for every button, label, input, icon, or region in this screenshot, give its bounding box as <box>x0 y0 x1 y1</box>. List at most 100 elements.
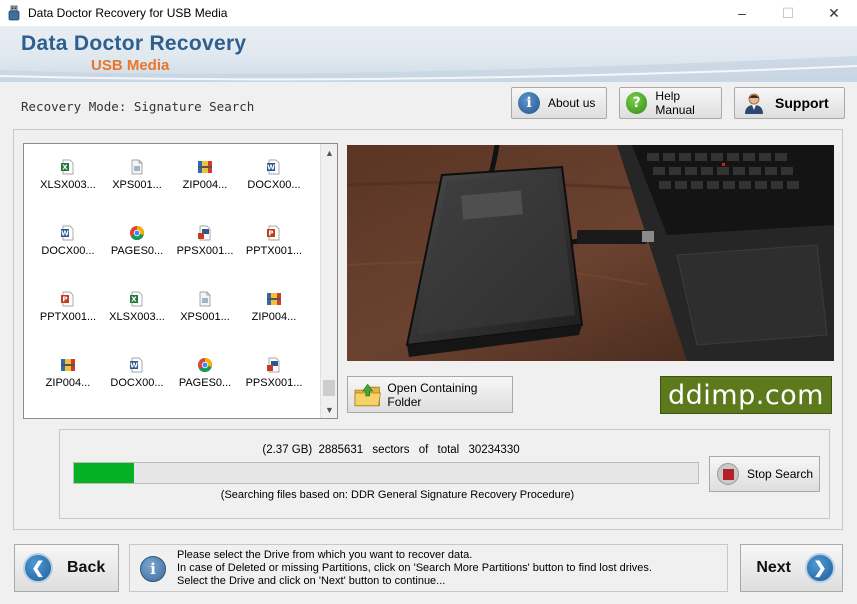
pages-chrome-icon <box>197 357 213 373</box>
scroll-thumb[interactable] <box>323 380 335 396</box>
file-item[interactable]: P PPTX001... <box>238 210 310 260</box>
info-icon: i <box>140 556 166 582</box>
brand-title: Data Doctor Recovery <box>21 32 247 55</box>
title-bar: Data Doctor Recovery for USB Media – ☐ ✕ <box>0 0 857 26</box>
file-item[interactable]: P PPTX001... <box>32 276 104 326</box>
svg-text:W: W <box>267 164 275 172</box>
scroll-down-arrow-icon[interactable]: ▼ <box>321 401 338 418</box>
header-banner: Data Doctor Recovery USB Media <box>0 26 857 82</box>
file-name: DOCX00... <box>41 245 95 257</box>
svg-text:X: X <box>62 164 68 172</box>
scan-progress-bar <box>73 462 699 484</box>
search-procedure-note: (Searching files based on: DDR General S… <box>220 489 575 501</box>
maximize-icon: ☐ <box>781 4 795 21</box>
file-name: XPS001... <box>112 179 162 191</box>
svg-text:W: W <box>130 362 138 370</box>
powerpoint-file-icon: P <box>266 225 282 241</box>
file-item[interactable]: PPSX001... <box>169 210 241 260</box>
file-name: ZIP004... <box>182 179 228 191</box>
file-name: PPSX001... <box>176 245 234 257</box>
brand-subtitle: USB Media <box>91 57 170 74</box>
svg-text:X: X <box>131 296 137 304</box>
file-item[interactable]: ZIP004... <box>169 144 241 194</box>
scroll-up-arrow-icon[interactable]: ▲ <box>321 144 338 161</box>
instructions-box: i Please select the Drive from which you… <box>129 544 728 592</box>
next-button[interactable]: Next ❯ <box>740 544 843 592</box>
xps-file-icon <box>197 291 213 307</box>
arrow-left-icon: ❮ <box>23 553 53 583</box>
maximize-button[interactable]: ☐ <box>765 0 811 26</box>
file-item[interactable]: PAGES0... <box>169 342 241 392</box>
file-list-scrollbar[interactable]: ▲ ▼ <box>320 144 337 418</box>
info-icon: i <box>518 92 540 114</box>
total-sectors: 30234330 <box>468 444 520 456</box>
file-item[interactable]: ZIP004... <box>32 342 104 392</box>
file-item[interactable]: PAGES0... <box>101 210 173 260</box>
file-item[interactable]: XPS001... <box>101 144 173 194</box>
next-label: Next <box>756 559 791 576</box>
open-containing-folder-button[interactable]: Open Containing Folder <box>347 376 513 413</box>
scanned-size: (2.37 GB) <box>262 444 313 456</box>
arrow-right-icon: ❯ <box>805 553 835 583</box>
scanned-sectors: 2885631 <box>318 444 364 456</box>
svg-text:P: P <box>62 296 67 304</box>
close-button[interactable]: ✕ <box>811 0 857 26</box>
instruction-lines: Please select the Drive from which you w… <box>177 549 652 588</box>
zip-archive-icon <box>60 357 76 373</box>
file-item[interactable]: ZIP004... <box>238 276 310 326</box>
file-name: XLSX003... <box>40 179 96 191</box>
ppsx-file-icon <box>266 357 282 373</box>
stop-search-button[interactable]: Stop Search <box>709 456 820 492</box>
logo-text: ddimp.com <box>668 379 824 411</box>
open-folder-label: Open Containing Folder <box>387 380 478 409</box>
file-name: DOCX00... <box>247 179 301 191</box>
support-person-icon <box>745 93 763 114</box>
usb-drive-photo <box>347 145 834 361</box>
file-name: PPSX001... <box>245 377 303 389</box>
file-name: PAGES0... <box>110 245 164 257</box>
ppsx-file-icon <box>197 225 213 241</box>
instruction-line: Please select the Drive from which you w… <box>177 549 473 561</box>
sectors-word: sectors <box>372 444 410 456</box>
pages-chrome-icon <box>129 225 145 241</box>
file-item[interactable]: PPSX001... <box>238 342 310 392</box>
file-name: ZIP004... <box>45 377 91 389</box>
instruction-line: In case of Deleted or missing Partitions… <box>177 562 652 574</box>
help-manual-label: Help Manual <box>655 89 695 117</box>
support-label: Support <box>775 95 829 111</box>
scan-progress-fill <box>74 463 134 483</box>
file-item[interactable]: X XLSX003... <box>101 276 173 326</box>
word-file-icon: W <box>266 159 282 175</box>
file-name: XPS001... <box>180 311 230 323</box>
ddimp-logo: ddimp.com <box>660 376 832 414</box>
folder-open-icon <box>354 383 381 406</box>
file-grid: X XLSX003... XPS001... ZIP004... W DOCX00... W… <box>24 144 322 418</box>
help-manual-button[interactable]: ? Help Manual <box>619 87 722 119</box>
file-name: PAGES0... <box>178 377 232 389</box>
stop-icon <box>717 463 739 485</box>
sectors-progress-text: (2.37 GB) 2885631 sectors of total 30234… <box>0 444 782 456</box>
total-word: total <box>437 444 460 456</box>
usb-app-icon <box>8 5 20 21</box>
file-item[interactable]: W DOCX00... <box>238 144 310 194</box>
about-us-button[interactable]: i About us <box>511 87 607 119</box>
recovery-mode-label: Recovery Mode: Signature Search <box>21 99 255 114</box>
back-button[interactable]: ❮ Back <box>14 544 119 592</box>
excel-file-icon: X <box>129 291 145 307</box>
file-name: DOCX00... <box>110 377 164 389</box>
file-item[interactable]: W DOCX00... <box>101 342 173 392</box>
file-item[interactable]: XPS001... <box>169 276 241 326</box>
file-name: ZIP004... <box>251 311 297 323</box>
file-item[interactable]: W DOCX00... <box>32 210 104 260</box>
zip-archive-icon <box>266 291 282 307</box>
minimize-button[interactable]: – <box>719 0 765 26</box>
support-button[interactable]: Support <box>734 87 845 119</box>
window-controls: – ☐ ✕ <box>719 0 857 26</box>
recovered-files-list[interactable]: X XLSX003... XPS001... ZIP004... W DOCX00... W… <box>23 143 338 419</box>
file-name: XLSX003... <box>109 311 165 323</box>
word-file-icon: W <box>60 225 76 241</box>
zip-archive-icon <box>197 159 213 175</box>
svg-text:W: W <box>61 230 69 238</box>
help-question-icon: ? <box>626 92 648 114</box>
file-item[interactable]: X XLSX003... <box>32 144 104 194</box>
